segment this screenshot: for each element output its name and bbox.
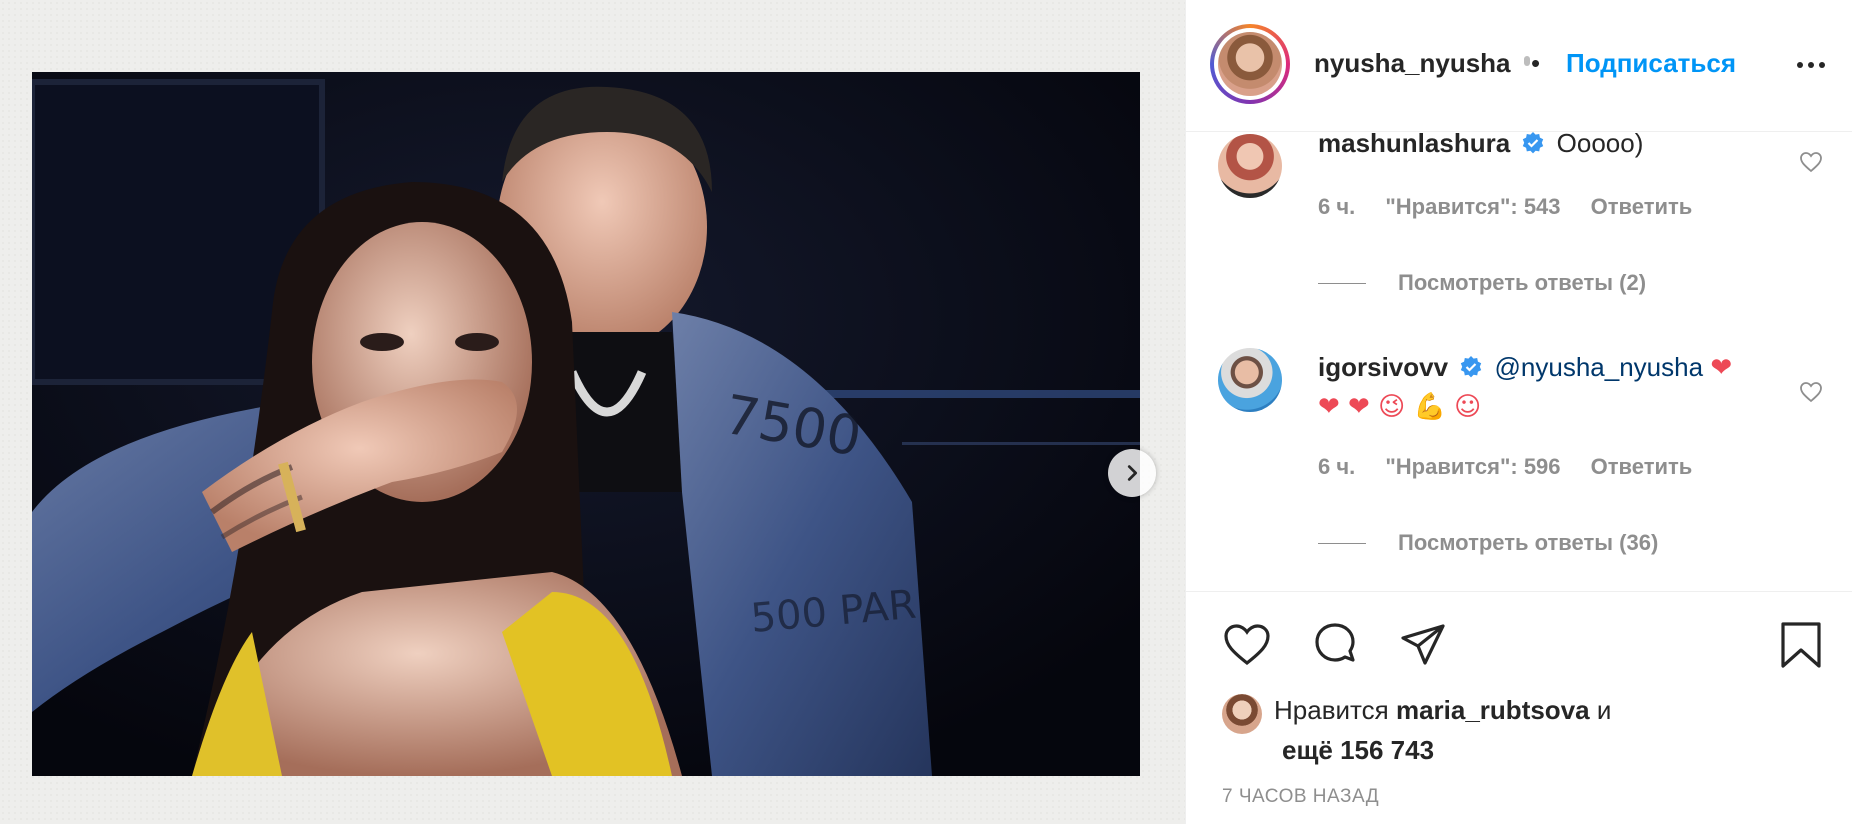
save-button[interactable]	[1776, 620, 1826, 670]
verified-badge-icon	[1524, 56, 1530, 66]
post-actions-bar	[1186, 620, 1852, 670]
like-comment-heart-icon[interactable]	[1799, 150, 1823, 174]
comment-time[interactable]: 6 ч.	[1318, 454, 1355, 479]
more-options-button[interactable]	[1791, 52, 1831, 78]
heart-icon	[1224, 624, 1270, 666]
author-avatar[interactable]	[1210, 24, 1290, 104]
chevron-right-icon	[1127, 465, 1138, 481]
comment-likes[interactable]: "Нравится": 543	[1385, 194, 1560, 219]
likes-line: Нравится maria_rubtsova и	[1274, 690, 1611, 730]
comment-meta: 6 ч. "Нравится": 543 Ответить	[1318, 194, 1716, 220]
comments-list[interactable]: mashunlashura Ооооо) 6 ч. "Нравится": 54…	[1186, 132, 1852, 592]
more-horizontal-icon	[1797, 62, 1803, 68]
likes-count[interactable]: ещё 156 743	[1282, 730, 1434, 770]
comment-emojis: ❤ ❤ 😉 💪 ☺	[1318, 392, 1482, 422]
post-timestamp[interactable]: 7 ЧАСОВ НАЗАД	[1222, 786, 1379, 808]
comment-meta: 6 ч. "Нравится": 596 Ответить	[1318, 454, 1716, 480]
commenter-username[interactable]: igorsivovv	[1318, 352, 1448, 382]
reply-button[interactable]: Ответить	[1591, 194, 1693, 219]
verified-badge-icon	[1523, 132, 1544, 154]
liker-username[interactable]: maria_rubtsova	[1396, 695, 1590, 725]
author-username[interactable]: nyusha_nyusha	[1314, 48, 1511, 79]
post-details-panel: nyusha_nyusha • Подписаться mashunlashur…	[1185, 0, 1852, 824]
likes-prefix: Нравится	[1274, 695, 1389, 725]
view-replies-button[interactable]: Посмотреть ответы (36)	[1318, 530, 1658, 556]
like-button[interactable]	[1222, 620, 1272, 670]
comment-bubble-icon	[1315, 623, 1355, 662]
comment-button[interactable]	[1310, 620, 1360, 670]
comment-time[interactable]: 6 ч.	[1318, 194, 1355, 219]
paper-plane-icon	[1401, 624, 1445, 665]
header-separator: •	[1531, 48, 1541, 78]
comment-body: Ооооо)	[1556, 132, 1644, 158]
reply-button[interactable]: Ответить	[1591, 454, 1693, 479]
replies-divider	[1318, 282, 1366, 284]
comment-text: igorsivovv @nyusha_nyusha ❤ ❤ ❤ 😉 💪 ☺	[1318, 348, 1758, 426]
view-replies-label: Посмотреть ответы (36)	[1398, 530, 1659, 555]
liker-avatar[interactable]	[1222, 694, 1262, 734]
view-replies-button[interactable]: Посмотреть ответы (2)	[1318, 270, 1646, 296]
comment-mention[interactable]: @nyusha_nyusha	[1495, 352, 1704, 382]
replies-divider	[1318, 542, 1366, 544]
post-header: nyusha_nyusha • Подписаться	[1186, 0, 1852, 132]
bookmark-icon	[1781, 622, 1821, 668]
comment-likes[interactable]: "Нравится": 596	[1385, 454, 1560, 479]
commenter-avatar[interactable]	[1218, 134, 1282, 198]
post-photo[interactable]: 7500 500 PAR	[32, 72, 1140, 776]
commenter-username[interactable]: mashunlashura	[1318, 132, 1510, 158]
next-image-button[interactable]	[1108, 449, 1156, 497]
like-comment-heart-icon[interactable]	[1799, 380, 1823, 404]
likes-conj: и	[1596, 695, 1612, 725]
commenter-avatar[interactable]	[1218, 348, 1282, 412]
comment-text: mashunlashura Ооооо)	[1318, 132, 1758, 162]
follow-button[interactable]: Подписаться	[1566, 48, 1736, 79]
share-button[interactable]	[1398, 620, 1448, 670]
photo-illustration: 7500 500 PAR	[32, 72, 1140, 776]
verified-badge-icon	[1461, 356, 1482, 378]
view-replies-label: Посмотреть ответы (2)	[1398, 270, 1647, 295]
comment-emoji: ❤	[1710, 353, 1733, 383]
post-media-panel: 7500 500 PAR	[0, 0, 1185, 824]
